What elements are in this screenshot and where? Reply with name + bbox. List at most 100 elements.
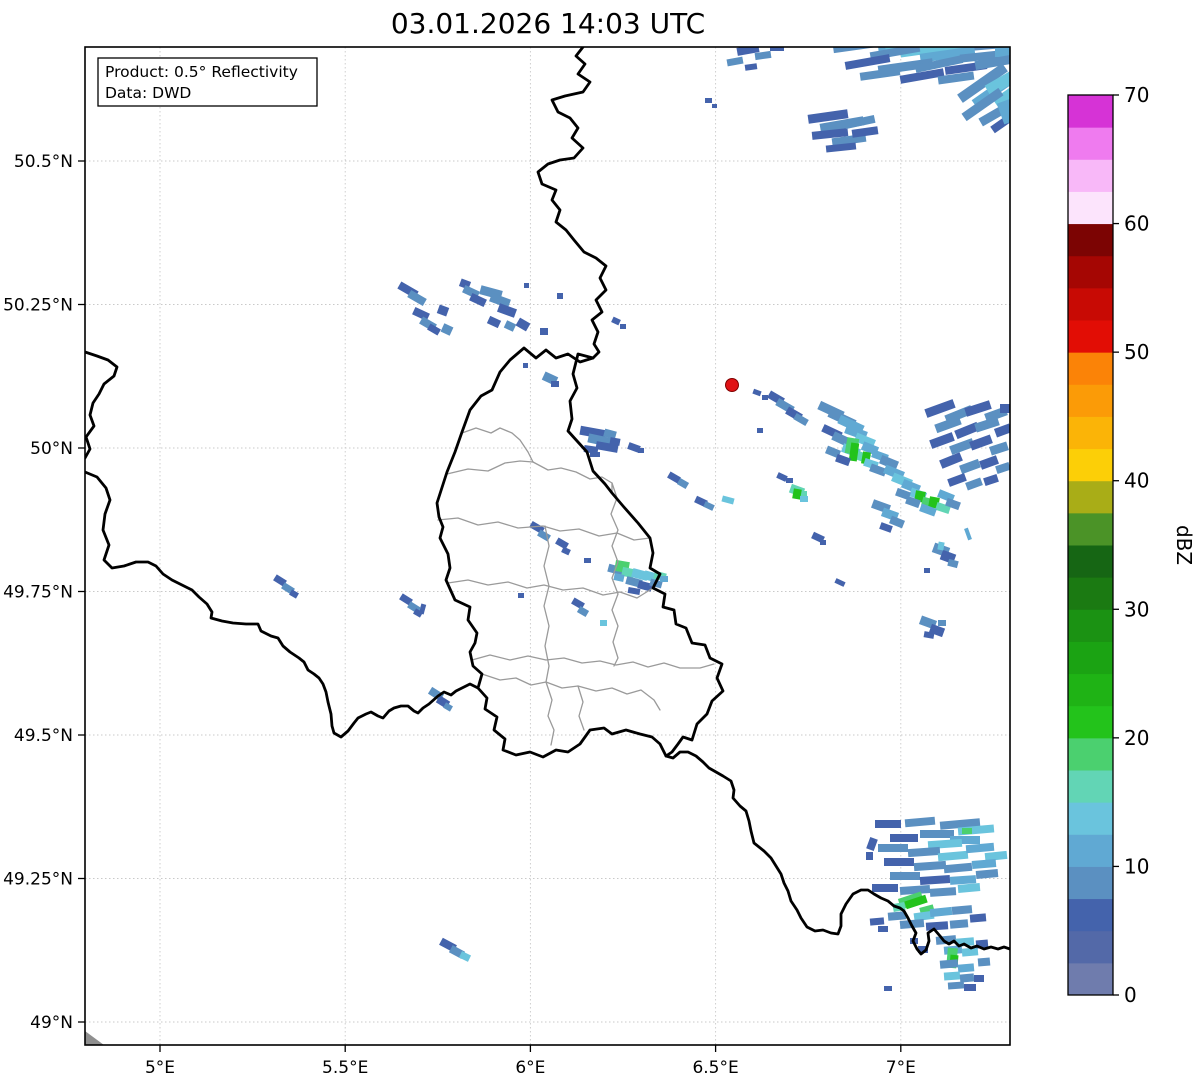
radar-echo-cell xyxy=(523,363,528,368)
colorbar-segment xyxy=(1068,545,1113,578)
radar-echo-cell xyxy=(705,98,712,103)
colorbar-segment xyxy=(1068,480,1113,514)
colorbar-segment xyxy=(1068,287,1113,321)
plot-frame xyxy=(84,46,1011,1046)
map-layer xyxy=(85,47,1010,1045)
colorbar-segment xyxy=(1068,962,1113,996)
radar-echo-cell xyxy=(884,986,892,991)
radar-echo-cell xyxy=(938,620,946,626)
national-border xyxy=(85,470,480,739)
radar-echo-cell xyxy=(757,428,763,433)
y-tick-label: 49.5°N xyxy=(14,726,73,746)
y-tick-label: 50.25°N xyxy=(3,296,73,316)
colorbar-segment xyxy=(1068,898,1113,932)
radar-echo-cell xyxy=(412,306,430,322)
radar-echo-cell xyxy=(866,836,878,852)
colorbar-segment xyxy=(1068,95,1113,128)
weather-radar-figure: 5°E 5.5°E 6°E 6.5°E 7°E 50.5°N 50.25°N 50°N 49.7… xyxy=(0,0,1202,1081)
colorbar-segment xyxy=(1068,448,1113,482)
y-tick-label: 49°N xyxy=(30,1013,73,1033)
radar-echo-cell xyxy=(951,905,973,915)
radar-echo-cell xyxy=(712,104,717,108)
radar-echo-cell xyxy=(929,887,957,897)
radar-echo-cell xyxy=(962,828,972,834)
radar-echo-cell xyxy=(957,883,981,893)
national-border xyxy=(536,47,608,360)
canton-border xyxy=(471,654,715,669)
radar-echo-cell xyxy=(878,926,888,932)
colorbar-segment xyxy=(1068,352,1113,385)
radar-echo-cell xyxy=(721,495,735,505)
radar-echo-cell xyxy=(983,474,999,486)
radar-echo-cell xyxy=(875,820,901,828)
radar-echo-cell xyxy=(872,884,898,892)
y-tick-label: 49.75°N xyxy=(3,583,73,603)
radar-echo-cell xyxy=(965,477,983,491)
colorbar-segment xyxy=(1068,834,1113,867)
colorbar-segment xyxy=(1068,320,1113,353)
radar-echo-cell xyxy=(611,316,621,326)
x-tick-label: 5.5°E xyxy=(322,1058,368,1078)
colorbar-segment xyxy=(1068,641,1113,675)
national-border xyxy=(85,350,119,460)
canton-border xyxy=(446,460,534,475)
y-tick-label: 49.25°N xyxy=(3,870,73,890)
colorbar-segment xyxy=(1068,737,1113,771)
radar-map-canvas: 5°E 5.5°E 6°E 6.5°E 7°E 50.5°N 50.25°N 50°N 49.7… xyxy=(3,7,1196,1078)
radar-echo-cell xyxy=(890,834,918,842)
radar-echo-cell xyxy=(947,473,967,487)
colorbar-tick-label: 60 xyxy=(1124,212,1149,236)
colorbar-segment xyxy=(1068,159,1113,192)
frame-layer xyxy=(84,46,1011,1046)
radar-echo-cell xyxy=(957,963,975,973)
y-tick-label: 50°N xyxy=(30,439,73,459)
radar-echo-cell xyxy=(744,63,758,71)
radar-echo-cell xyxy=(964,527,972,541)
radar-echo-cell xyxy=(949,875,977,885)
x-tick-label: 7°E xyxy=(886,1058,916,1078)
radar-echo-cell xyxy=(937,850,969,862)
radar-echo-cell xyxy=(890,872,920,880)
colorbar-segment xyxy=(1068,705,1113,739)
radar-echo-cell xyxy=(524,283,529,288)
colorbar-segment xyxy=(1068,930,1113,964)
radar-echo-cell xyxy=(851,126,879,138)
colorbar-segment xyxy=(1068,127,1113,160)
radar-echo-cell xyxy=(989,441,1009,456)
radar-echo-cell xyxy=(436,304,450,317)
colorbar-tick-label: 30 xyxy=(1124,597,1149,621)
radar-echo-cell xyxy=(969,913,987,923)
radar-echo-cell xyxy=(820,540,826,545)
radar-echo-cell xyxy=(800,496,808,502)
radar-echo-cell xyxy=(984,850,1008,862)
colorbar-segment xyxy=(1068,866,1113,900)
radar-echo-cell xyxy=(878,844,908,852)
colorbar-tick-label: 20 xyxy=(1124,726,1149,750)
radar-echo-cell xyxy=(965,842,995,854)
radar-echo-cell xyxy=(919,874,951,886)
product-label: Product: 0.5° Reflectivity xyxy=(105,63,298,81)
radar-echo-cell xyxy=(913,860,947,872)
radar-echo-cell xyxy=(726,56,744,67)
colorbar-segment xyxy=(1068,770,1113,803)
radar-echo-cell xyxy=(584,558,591,563)
radar-echo-cell xyxy=(964,984,976,991)
radar-echo-cell xyxy=(440,323,454,336)
radar-echo-cell xyxy=(975,869,999,879)
colorbar-segment xyxy=(1068,384,1113,417)
canton-border xyxy=(447,579,654,599)
colorbar-unit-label: dBZ xyxy=(1172,525,1196,565)
grid-layer xyxy=(85,47,1010,1045)
radar-echo-cell xyxy=(904,816,936,828)
product-info-box: Product: 0.5° Reflectivity Data: DWD xyxy=(97,57,318,107)
colorbar-segment xyxy=(1068,255,1113,289)
radar-echo-cell xyxy=(620,324,626,329)
radar-echo-cell xyxy=(557,293,563,299)
radar-echo-cell xyxy=(949,919,969,929)
x-tick-label: 6°E xyxy=(515,1058,545,1078)
canton-border xyxy=(461,427,534,463)
canton-border xyxy=(543,525,555,746)
radar-echo-cell xyxy=(515,317,531,332)
colorbar-segment xyxy=(1068,673,1113,707)
y-tick-label: 50.5°N xyxy=(14,152,73,172)
